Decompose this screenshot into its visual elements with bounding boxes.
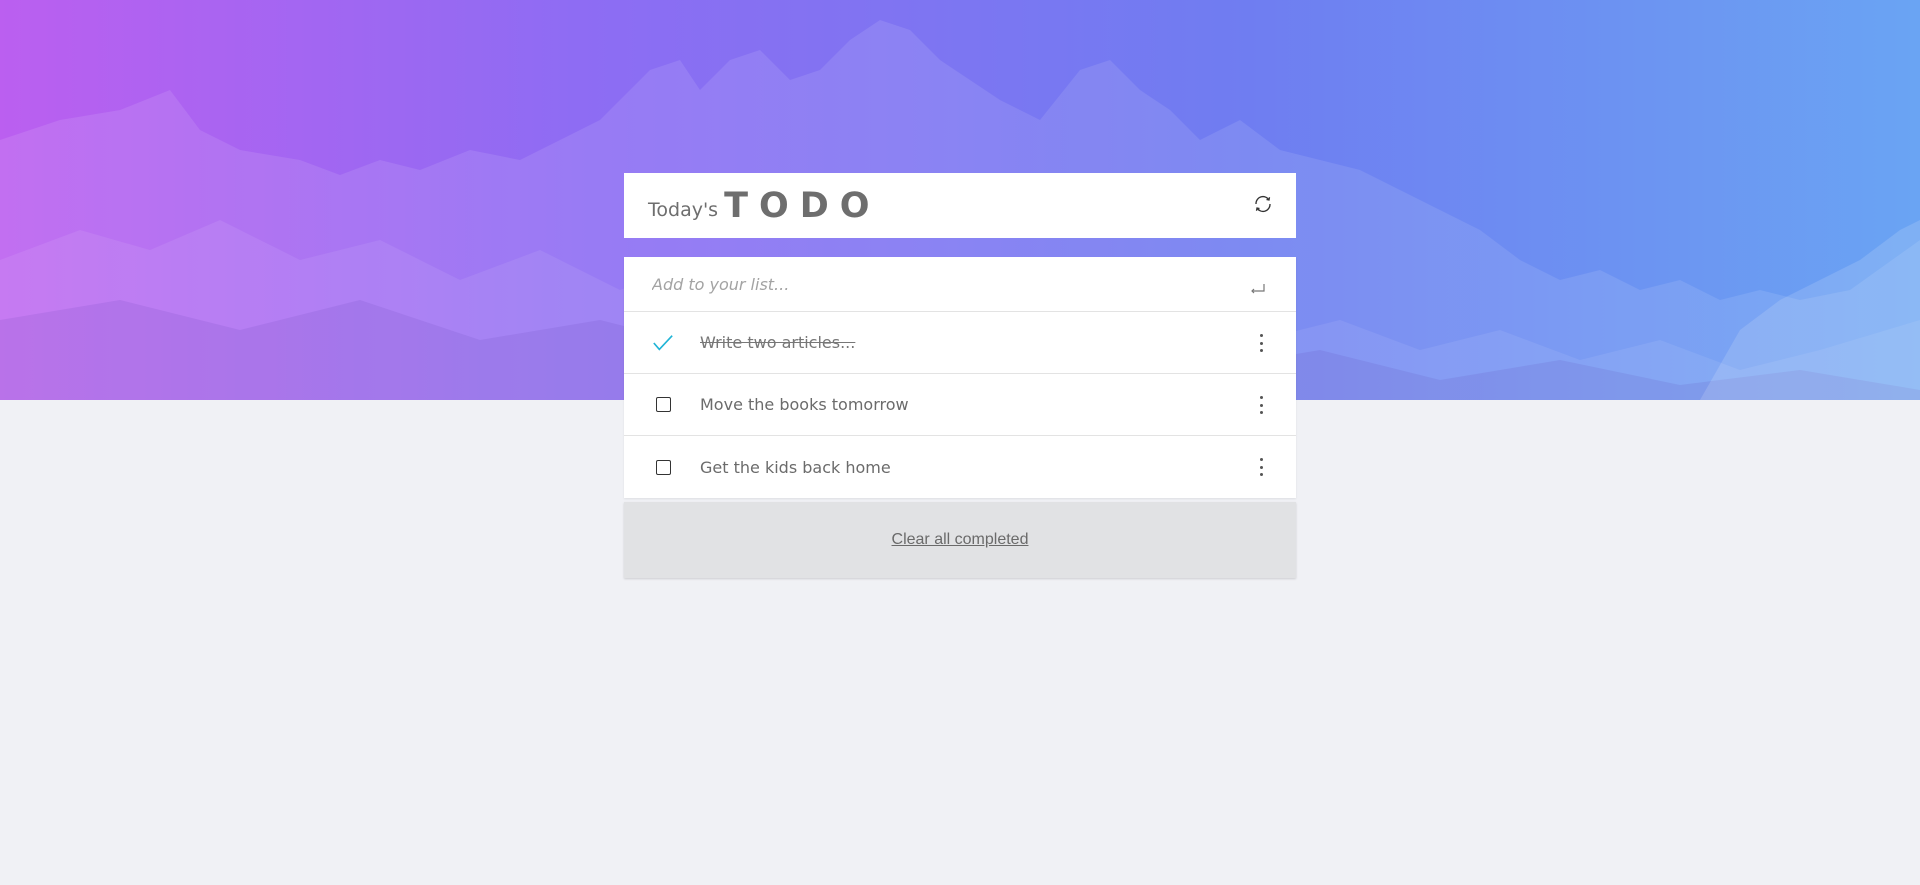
todo-item[interactable]: Write two articles... bbox=[624, 312, 1296, 374]
todo-checkbox[interactable] bbox=[652, 394, 674, 416]
checkbox-empty-icon bbox=[655, 397, 671, 412]
add-todo-input[interactable] bbox=[650, 273, 1214, 295]
title-prefix: Today's bbox=[648, 199, 719, 221]
footer-card: Clear all completed bbox=[624, 502, 1296, 578]
todo-text: Write two articles... bbox=[700, 333, 856, 352]
todo-item[interactable]: Get the kids back home bbox=[624, 436, 1296, 498]
todo-list-card: Write two articles... Move the books tom… bbox=[624, 257, 1296, 498]
header-card: Today's TODO bbox=[624, 173, 1296, 238]
more-options-icon[interactable] bbox=[1258, 458, 1264, 476]
more-options-icon[interactable] bbox=[1258, 396, 1264, 414]
todo-checkbox[interactable] bbox=[652, 456, 674, 478]
todo-item[interactable]: Move the books tomorrow bbox=[624, 374, 1296, 436]
todo-app: Today's TODO Add to your list... Write t… bbox=[624, 173, 1296, 578]
page-title: TODO bbox=[724, 185, 881, 226]
todo-text: Get the kids back home bbox=[700, 457, 891, 477]
todo-checkbox-checked[interactable] bbox=[652, 332, 674, 354]
refresh-icon bbox=[1255, 196, 1271, 212]
refresh-button[interactable] bbox=[1250, 191, 1276, 217]
enter-icon[interactable] bbox=[1250, 279, 1266, 294]
checkmark-icon bbox=[653, 334, 673, 351]
todo-text: Move the books tomorrow bbox=[700, 395, 909, 414]
more-options-icon[interactable] bbox=[1258, 334, 1264, 352]
checkbox-empty-icon bbox=[655, 459, 671, 475]
clear-completed-link[interactable]: Clear all completed bbox=[892, 531, 1029, 549]
add-todo-row bbox=[624, 257, 1296, 312]
